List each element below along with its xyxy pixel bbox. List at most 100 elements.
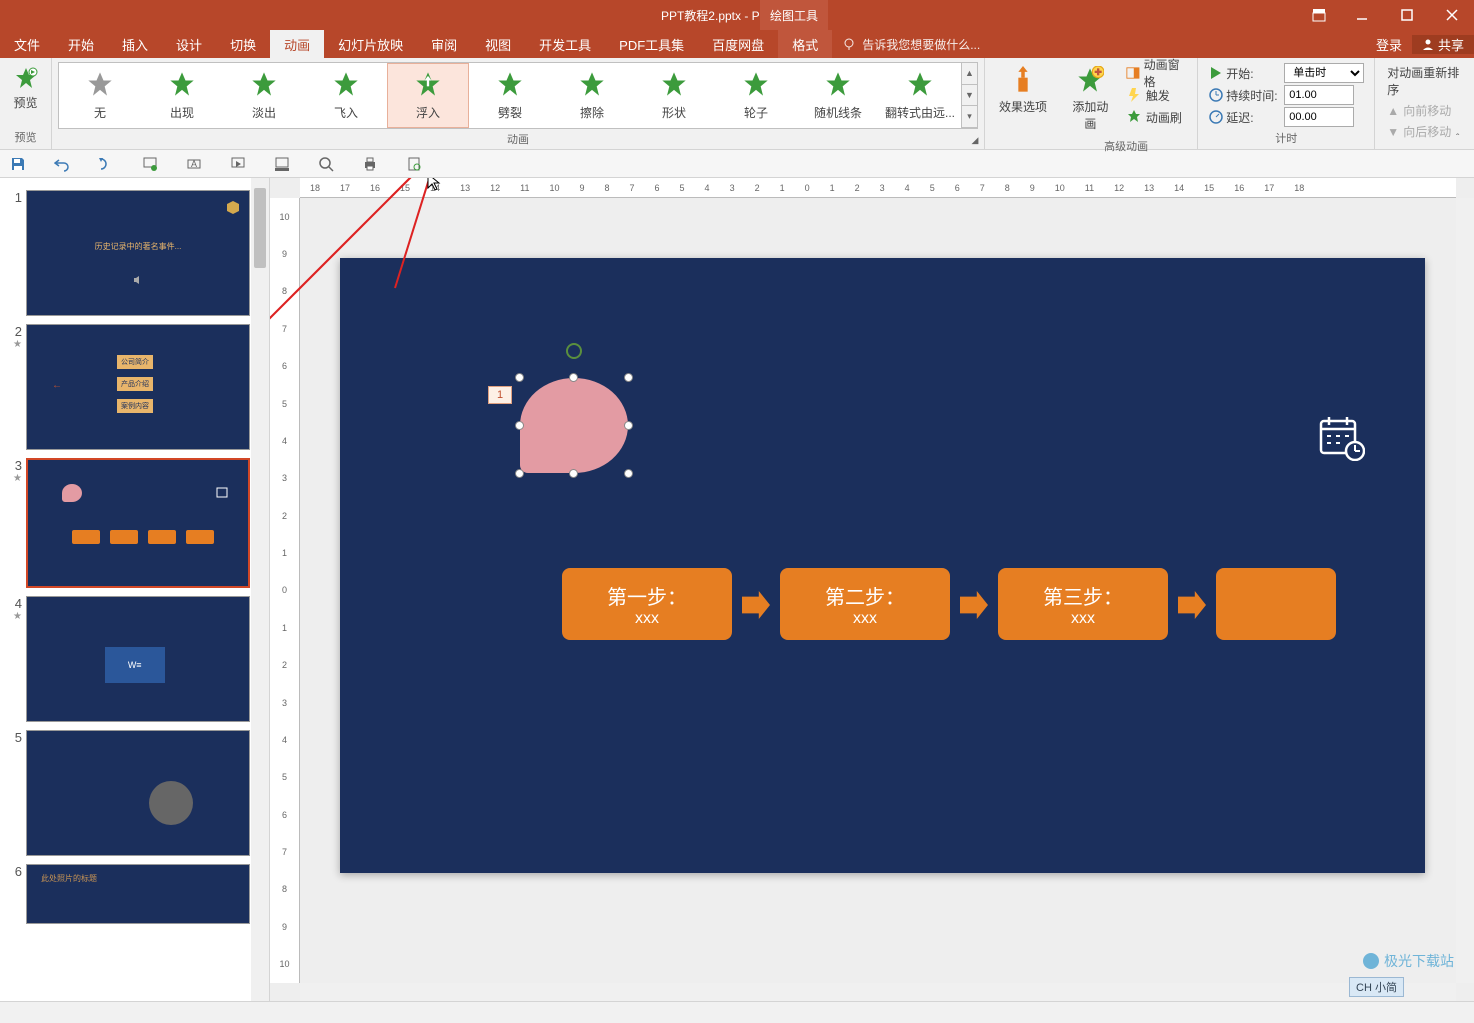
close-icon[interactable] [1429, 0, 1474, 30]
thumb-number: 4★ [8, 596, 26, 722]
tab-view[interactable]: 视图 [471, 30, 525, 58]
dialog-launcher-icon[interactable]: ◢ [968, 133, 982, 147]
slide-thumbnail-1[interactable]: 历史记录中的著名事件... [26, 190, 250, 316]
slide-thumbnail-3[interactable] [26, 458, 250, 588]
tab-pdf[interactable]: PDF工具集 [605, 30, 698, 58]
resize-handle-e[interactable] [624, 421, 633, 430]
step-box-3[interactable]: 第三步： xxx [998, 568, 1168, 640]
tab-animations[interactable]: 动画 [270, 30, 324, 58]
preview-star-icon [14, 66, 38, 90]
trigger-button[interactable]: 触发 [1120, 84, 1191, 106]
contextual-tab-label: 绘图工具 [760, 0, 828, 30]
tab-insert[interactable]: 插入 [108, 30, 162, 58]
resize-handle-n[interactable] [569, 373, 578, 382]
move-earlier-button[interactable]: ▲ 向前移动 [1381, 100, 1468, 121]
save-icon[interactable] [8, 154, 28, 174]
slide-from-current-icon[interactable] [228, 154, 248, 174]
quick-access-toolbar: A [0, 150, 1474, 178]
anim-split[interactable]: 劈裂 [469, 63, 551, 128]
thumb-number: 6 [8, 864, 26, 924]
anim-none[interactable]: 无 [59, 63, 141, 128]
preview-button[interactable]: 预览 [6, 62, 46, 115]
move-later-button[interactable]: ▼ 向后移动 [1381, 121, 1468, 142]
resize-handle-ne[interactable] [624, 373, 633, 382]
anim-shape[interactable]: 形状 [633, 63, 715, 128]
thumb-number: 2★ [8, 324, 26, 450]
slide-thumbnail-5[interactable] [26, 730, 250, 856]
anim-floatin[interactable]: 浮入 [387, 63, 469, 128]
gallery-more[interactable]: ▾ [962, 106, 977, 128]
tab-transitions[interactable]: 切换 [216, 30, 270, 58]
tab-format[interactable]: 格式 [778, 30, 832, 58]
gallery-up[interactable]: ▲ [962, 63, 977, 85]
slide-thumbnail-6[interactable]: 此处照片的标题 [26, 864, 250, 924]
gallery-down[interactable]: ▼ [962, 85, 977, 107]
step-box-4[interactable] [1216, 568, 1336, 640]
step-box-2[interactable]: 第二步： xxx [780, 568, 950, 640]
portrait-icon [149, 781, 193, 825]
ribbon-group-preview: 预览 预览 [0, 58, 52, 149]
share-button[interactable]: 共享 [1412, 35, 1474, 54]
resize-handle-sw[interactable] [515, 469, 524, 478]
slide-from-begin-icon[interactable] [272, 154, 292, 174]
resize-handle-w[interactable] [515, 421, 524, 430]
delay-clock-icon [1208, 109, 1224, 125]
duration-input[interactable] [1284, 85, 1354, 105]
selected-shape[interactable]: 1 [520, 378, 628, 473]
anim-fade[interactable]: 淡出 [223, 63, 305, 128]
print-icon[interactable] [360, 154, 380, 174]
tab-file[interactable]: 文件 [0, 30, 54, 58]
tab-baidu[interactable]: 百度网盘 [698, 30, 778, 58]
textbox-icon[interactable]: A [184, 154, 204, 174]
star-icon [742, 70, 770, 98]
print-preview-icon[interactable] [404, 154, 424, 174]
delay-input[interactable] [1284, 107, 1354, 127]
animation-order-tag[interactable]: 1 [488, 386, 512, 404]
slide-thumbnail-2[interactable]: 公司简介 产品介绍 案例内容 ← [26, 324, 250, 450]
start-select[interactable]: 单击时 [1284, 63, 1364, 83]
collapse-ribbon-icon[interactable]: ˆ [1456, 133, 1470, 147]
tell-me-search[interactable]: 告诉我您想要做什么... [832, 30, 1366, 58]
star-icon [168, 70, 196, 98]
resize-handle-nw[interactable] [515, 373, 524, 382]
undo-icon[interactable] [52, 154, 72, 174]
maximize-icon[interactable] [1384, 0, 1429, 30]
minimize-icon[interactable] [1339, 0, 1384, 30]
zoom-icon[interactable] [316, 154, 336, 174]
horizontal-scrollbar[interactable] [300, 983, 1456, 1001]
tab-design[interactable]: 设计 [162, 30, 216, 58]
ribbon: 预览 预览 无 出现 淡出 飞 [0, 58, 1474, 150]
effect-options-button[interactable]: 效果选项 [991, 62, 1055, 119]
tab-home[interactable]: 开始 [54, 30, 108, 58]
add-animation-button[interactable]: 添加动画 [1061, 62, 1120, 136]
ime-indicator[interactable]: CH 小简 [1349, 977, 1404, 997]
resize-handle-se[interactable] [624, 469, 633, 478]
resize-handle-s[interactable] [569, 469, 578, 478]
anim-wheel[interactable]: 轮子 [715, 63, 797, 128]
tab-review[interactable]: 审阅 [417, 30, 471, 58]
step-box-1[interactable]: 第一步： xxx [562, 568, 732, 640]
anim-random-bars[interactable]: 随机线条 [797, 63, 879, 128]
tab-slideshow[interactable]: 幻灯片放映 [324, 30, 417, 58]
anim-wipe[interactable]: 擦除 [551, 63, 633, 128]
effect-options-icon [1009, 66, 1037, 94]
anim-grow-turn[interactable]: 翻转式由远... [879, 63, 961, 128]
star-icon [824, 70, 852, 98]
new-slide-icon[interactable] [140, 154, 160, 174]
ribbon-display-options-icon[interactable] [1299, 0, 1339, 30]
slide-canvas[interactable]: 1 第一步： xxx 第二步： [340, 258, 1425, 873]
animation-painter-button[interactable]: 动画刷 [1120, 106, 1191, 128]
animation-pane-button[interactable]: 动画窗格 [1120, 62, 1191, 84]
slide-thumbnail-4[interactable]: W≡ [26, 596, 250, 722]
anim-flyin[interactable]: 飞入 [305, 63, 387, 128]
tab-developer[interactable]: 开发工具 [525, 30, 605, 58]
star-icon [332, 70, 360, 98]
horizontal-ruler: 1817161514131211109876543210123456789101… [300, 178, 1456, 198]
panel-scrollbar[interactable] [251, 178, 269, 1001]
vertical-scrollbar[interactable] [1456, 198, 1474, 983]
anim-appear[interactable]: 出现 [141, 63, 223, 128]
login-button[interactable]: 登录 [1366, 35, 1412, 54]
package-icon [225, 199, 241, 215]
redo-icon[interactable] [96, 154, 116, 174]
rotation-handle[interactable] [566, 343, 582, 359]
